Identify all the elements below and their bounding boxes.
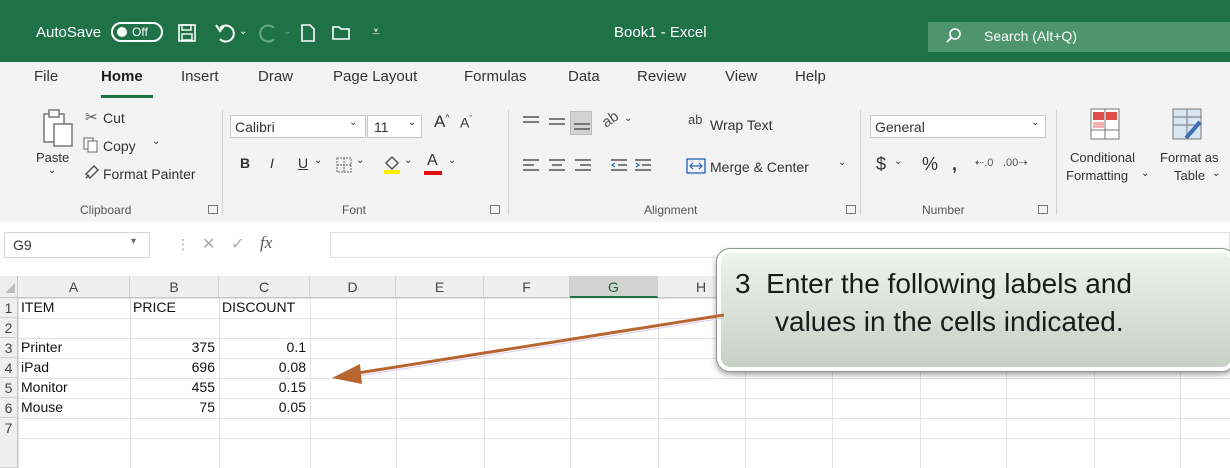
arrow-head <box>332 364 362 384</box>
arrow-shadow <box>357 317 725 377</box>
pointer-arrow <box>332 313 725 384</box>
arrow-shaft <box>357 313 725 375</box>
